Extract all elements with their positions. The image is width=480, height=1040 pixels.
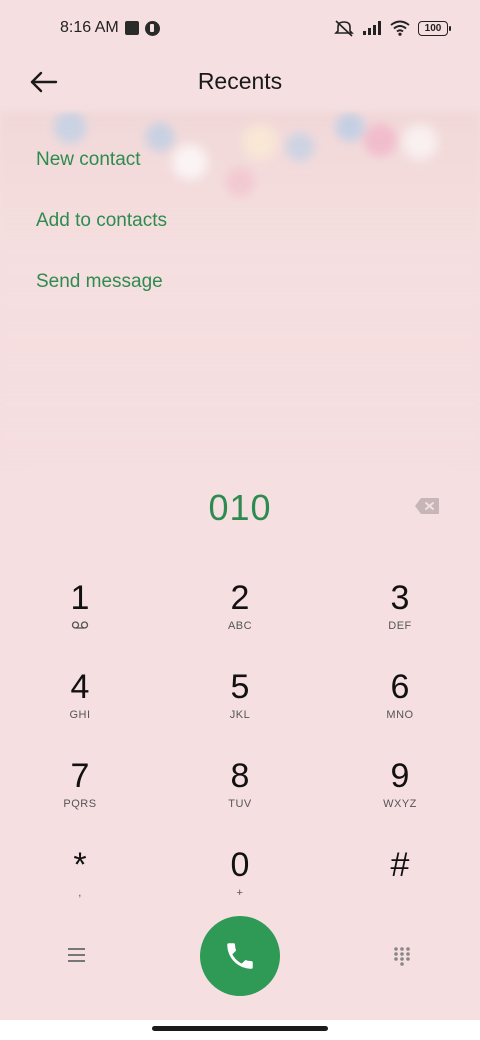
send-message-link[interactable]: Send message bbox=[36, 246, 167, 317]
key-7[interactable]: 7 PQRS bbox=[20, 756, 140, 836]
key-letters: TUV bbox=[228, 798, 252, 810]
dialpad-icon bbox=[394, 947, 410, 966]
dial-panel: 010 1 2 ABC 3 DEF 4 GHI 5 JKL 6 MNO 7 PQ… bbox=[0, 463, 480, 1040]
key-9[interactable]: 9 WXYZ bbox=[340, 756, 460, 836]
key-letters: ABC bbox=[227, 620, 253, 632]
key-digit: 6 bbox=[390, 668, 410, 706]
navigation-bar bbox=[0, 1020, 480, 1040]
key-digit: 5 bbox=[230, 668, 250, 706]
status-left: 8:16 AM bbox=[60, 19, 160, 37]
key-digit: 7 bbox=[70, 757, 90, 795]
key-2[interactable]: 2 ABC bbox=[180, 578, 300, 658]
app-bar: Recents bbox=[0, 56, 480, 112]
key-digit: # bbox=[390, 846, 410, 884]
key-digit: 8 bbox=[230, 757, 250, 795]
key-digit: 9 bbox=[390, 757, 410, 795]
dialed-number: 010 bbox=[208, 487, 272, 528]
key-letters: GHI bbox=[69, 709, 91, 721]
status-right: 100 bbox=[334, 19, 451, 37]
backspace-button[interactable] bbox=[414, 497, 440, 515]
action-list: New contact Add to contacts Send message bbox=[36, 125, 167, 317]
menu-button[interactable] bbox=[66, 946, 88, 964]
dialer-bottom-row bbox=[0, 916, 480, 996]
key-letters: DEF bbox=[388, 620, 412, 632]
menu-icon bbox=[68, 948, 85, 962]
home-indicator[interactable] bbox=[152, 1026, 328, 1031]
wifi-icon bbox=[390, 20, 410, 36]
key-letters: + bbox=[236, 887, 244, 899]
keypad-toggle-button[interactable] bbox=[392, 946, 412, 966]
key-0[interactable]: 0 + bbox=[180, 845, 300, 925]
key-8[interactable]: 8 TUV bbox=[180, 756, 300, 836]
phone-icon bbox=[227, 943, 253, 969]
key-star[interactable]: * , bbox=[20, 845, 140, 925]
page-title: Recents bbox=[197, 68, 283, 94]
call-button[interactable] bbox=[200, 916, 280, 996]
key-digit: * bbox=[73, 846, 87, 884]
key-5[interactable]: 5 JKL bbox=[180, 667, 300, 747]
key-6[interactable]: 6 MNO bbox=[340, 667, 460, 747]
status-bar: 8:16 AM 100 bbox=[0, 0, 480, 56]
key-digit: 1 bbox=[70, 579, 90, 617]
key-letters: MNO bbox=[386, 709, 414, 721]
backspace-icon bbox=[415, 498, 439, 514]
key-digit: 2 bbox=[230, 579, 250, 617]
key-3[interactable]: 3 DEF bbox=[340, 578, 460, 658]
key-letters: WXYZ bbox=[383, 798, 417, 810]
key-1[interactable]: 1 bbox=[20, 578, 140, 658]
key-4[interactable]: 4 GHI bbox=[20, 667, 140, 747]
battery-icon: 100 bbox=[418, 20, 451, 36]
status-time: 8:16 AM bbox=[60, 19, 119, 36]
notification-square-icon bbox=[124, 21, 139, 35]
app-notification-icon bbox=[144, 20, 160, 36]
signal-icon bbox=[363, 21, 381, 35]
key-letters: JKL bbox=[229, 709, 251, 721]
mute-icon bbox=[334, 20, 354, 37]
key-letters: , bbox=[78, 887, 82, 899]
voicemail-icon bbox=[20, 620, 140, 633]
key-digit: 4 bbox=[70, 668, 90, 706]
key-digit: 3 bbox=[390, 579, 410, 617]
battery-level: 100 bbox=[424, 22, 442, 34]
key-hash[interactable]: # bbox=[340, 845, 460, 925]
key-letters: PQRS bbox=[63, 798, 97, 810]
key-digit: 0 bbox=[230, 846, 250, 884]
